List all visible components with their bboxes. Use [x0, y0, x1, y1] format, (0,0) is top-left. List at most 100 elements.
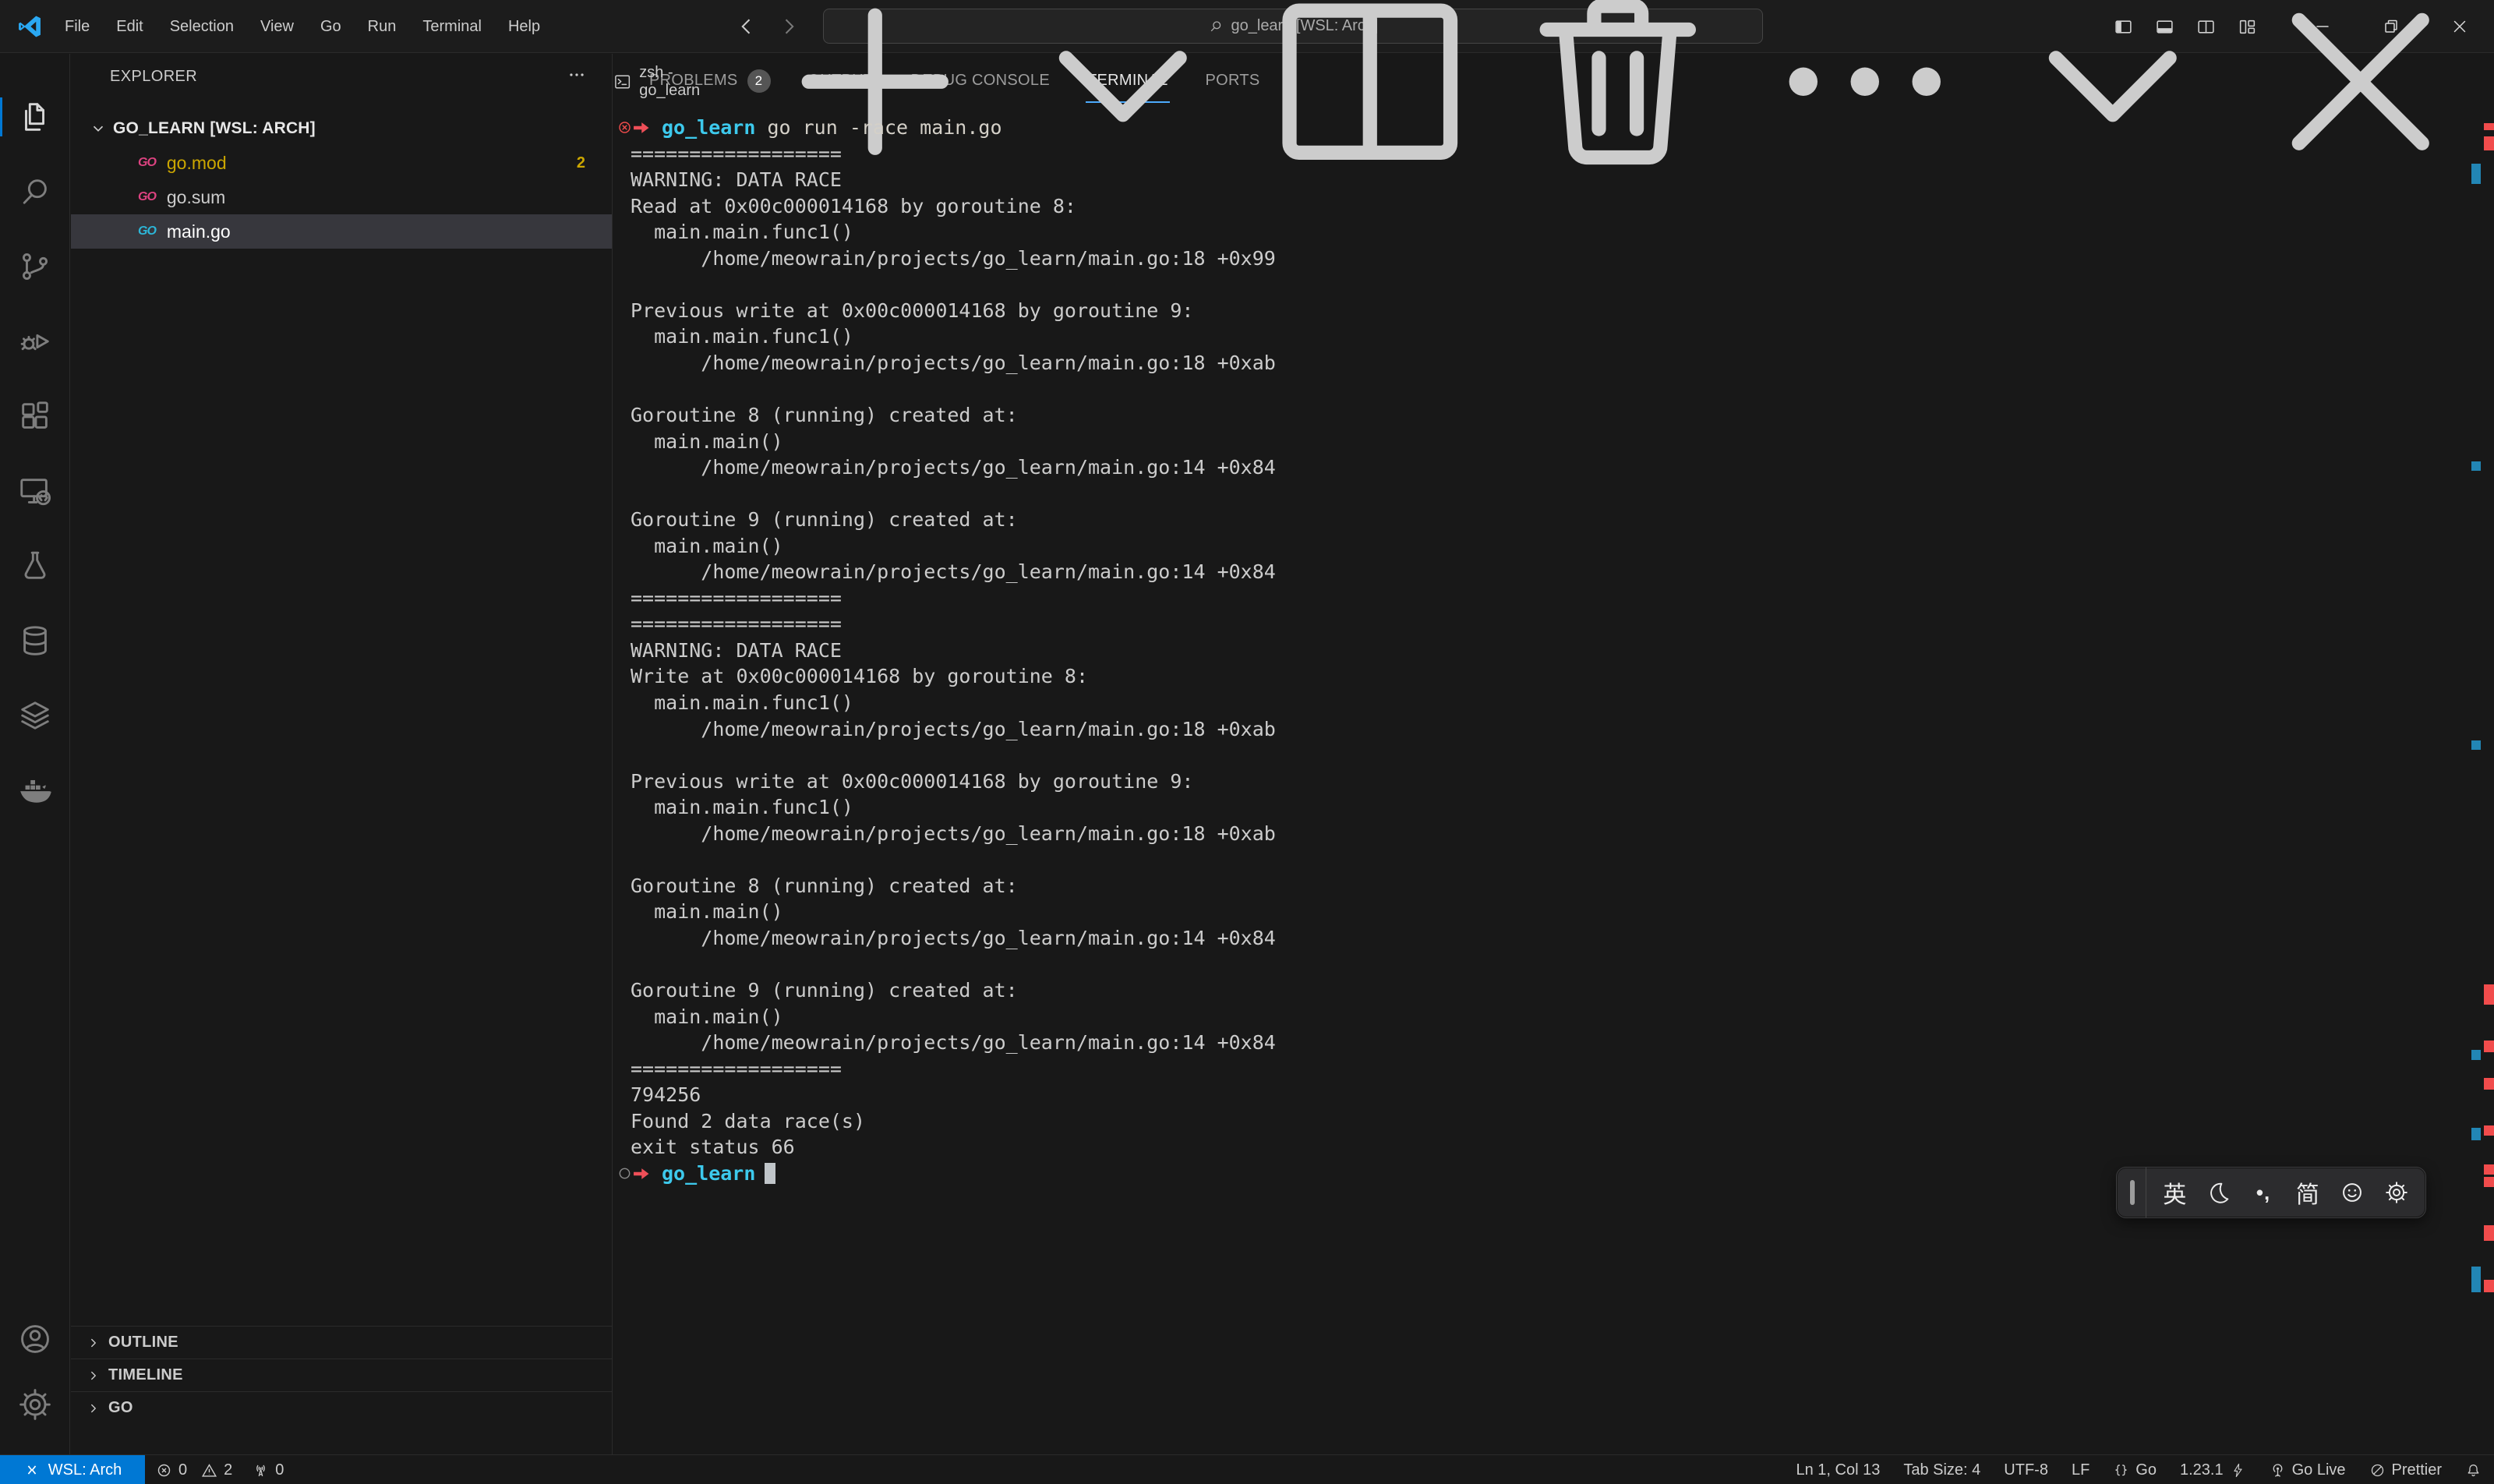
docker-icon: [17, 772, 53, 808]
bottom-panel: PROBLEMS2OUTPUTDEBUG CONSOLETERMINALPORT…: [613, 54, 2494, 1454]
status-tab-size[interactable]: Tab Size: 4: [1903, 1461, 1980, 1479]
menu-item-terminal[interactable]: Terminal: [409, 9, 495, 44]
status-encoding[interactable]: UTF-8: [2004, 1461, 2048, 1479]
command-decoration-mark: [2471, 740, 2481, 750]
go-file-icon: GO: [138, 224, 156, 238]
status-go-version[interactable]: 1.23.1: [2180, 1461, 2246, 1479]
activity-layers[interactable]: [0, 688, 70, 743]
menu-item-go[interactable]: Go: [307, 9, 355, 44]
menu-item-help[interactable]: Help: [495, 9, 553, 44]
activity-docker[interactable]: [0, 763, 70, 818]
status-prettier[interactable]: Prettier: [2369, 1461, 2442, 1479]
terminal-output-line: main.main(): [631, 1004, 2446, 1030]
search-icon: [17, 174, 53, 210]
error-decoration-mark: [2484, 1125, 2494, 1136]
sidebar-title: EXPLORER: [110, 68, 197, 86]
more-actions-icon[interactable]: [567, 65, 587, 85]
file-name: go.mod: [167, 153, 227, 174]
chevron-down-icon: [90, 120, 107, 137]
ime-language-english[interactable]: 英: [2154, 1172, 2195, 1213]
warning-icon: [201, 1462, 217, 1479]
ports-count: 0: [275, 1461, 284, 1479]
terminal-output-line: main.main.func1(): [631, 323, 2446, 350]
menu-item-run[interactable]: Run: [355, 9, 410, 44]
error-decoration-mark: [2484, 1225, 2494, 1241]
workspace-root-row[interactable]: GO_LEARN [WSL: ARCH]: [71, 111, 612, 146]
error-decoration-mark: [2484, 1041, 2494, 1052]
menu-item-view[interactable]: View: [247, 9, 307, 44]
activity-remote-explorer[interactable]: [0, 464, 70, 518]
terminal-output-line: ==================: [631, 1056, 2446, 1083]
chevron-right-icon: [87, 1369, 101, 1383]
terminal-output-line: ==================: [631, 585, 2446, 612]
activity-run-debug[interactable]: [0, 314, 70, 369]
terminal-output-line: main.main(): [631, 899, 2446, 925]
terminal-shell-select[interactable]: zsh - go_learn: [613, 64, 735, 100]
problems-badge: 2: [577, 154, 585, 172]
status-bar: WSL: Arch 0 2 0 Ln 1, Col 13 Tab Size: 4 U…: [0, 1454, 2494, 1484]
menu-item-file[interactable]: File: [51, 9, 103, 44]
section-timeline[interactable]: TIMELINE: [71, 1359, 612, 1391]
panel-header: PROBLEMS2OUTPUTDEBUG CONSOLETERMINALPORT…: [613, 54, 2494, 109]
status-language-mode[interactable]: Go: [2113, 1461, 2157, 1479]
terminal[interactable]: go_learn go run -race main.go ===========…: [631, 115, 2446, 1454]
activity-explorer[interactable]: [0, 90, 70, 144]
activity-bar: [0, 54, 70, 1454]
terminal-output-line: ==================: [631, 611, 2446, 638]
activity-search[interactable]: [0, 164, 70, 219]
run-debug-icon: [17, 323, 53, 359]
panel-actions: zsh - go_learn: [613, 54, 2474, 109]
activity-extensions[interactable]: [0, 389, 70, 443]
activity-source-control[interactable]: [0, 239, 70, 294]
file-row-go-mod[interactable]: GO go.mod 2: [71, 146, 612, 180]
file-row-main-go[interactable]: GO main.go: [71, 214, 612, 249]
ime-handle[interactable]: [2130, 1180, 2135, 1205]
status-label: Ln 1, Col 13: [1796, 1461, 1880, 1479]
terminal-prompt-line: go_learn go run -race main.go: [631, 115, 2446, 141]
activity-testing[interactable]: [0, 539, 70, 593]
command-failed-icon: [617, 120, 632, 135]
chevron-right-icon: [87, 1401, 101, 1415]
remote-explorer-icon: [17, 473, 53, 509]
status-cursor-position[interactable]: Ln 1, Col 13: [1796, 1461, 1880, 1479]
database-icon: [17, 623, 53, 659]
status-notifications[interactable]: [2465, 1462, 2482, 1479]
back-arrow-icon[interactable]: [736, 16, 758, 37]
section-label: OUTLINE: [108, 1334, 178, 1352]
shell-label: zsh - go_learn: [639, 64, 735, 100]
status-go-live[interactable]: Go Live: [2270, 1461, 2346, 1479]
go-file-icon: GO: [138, 156, 156, 170]
terminal-output-line: Found 2 data race(s): [631, 1108, 2446, 1135]
command-decoration-mark: [2471, 164, 2481, 184]
command-decoration-mark: [2471, 461, 2481, 471]
vscode-window: FileEditSelectionViewGoRunTerminalHelp g…: [0, 0, 2494, 1484]
error-decoration-mark: [2484, 1078, 2494, 1090]
ime-simplified-chinese[interactable]: 简: [2287, 1172, 2328, 1213]
section-go[interactable]: GO: [71, 1391, 612, 1424]
activity-accounts[interactable]: [0, 1312, 70, 1366]
activity-settings[interactable]: [0, 1377, 70, 1432]
ime-punctuation[interactable]: •,: [2243, 1172, 2284, 1213]
radio-tower-icon: [253, 1462, 269, 1479]
menu-item-selection[interactable]: Selection: [157, 9, 247, 44]
problems-summary[interactable]: 0 2: [156, 1461, 232, 1479]
terminal-output-line: [631, 376, 2446, 402]
terminal-output-line: /home/meowrain/projects/go_learn/main.go…: [631, 350, 2446, 376]
file-name: main.go: [167, 221, 231, 242]
menu-item-edit[interactable]: Edit: [103, 9, 156, 44]
status-label: Prettier: [2392, 1461, 2442, 1479]
activity-database[interactable]: [0, 613, 70, 668]
settings-icon: [17, 1387, 53, 1422]
ports-indicator[interactable]: 0: [253, 1461, 284, 1479]
ime-emoji-icon[interactable]: [2332, 1172, 2372, 1213]
terminal-output-line: /home/meowrain/projects/go_learn/main.go…: [631, 821, 2446, 847]
ime-settings-icon[interactable]: [2376, 1172, 2417, 1213]
remote-label: WSL: Arch: [48, 1461, 122, 1479]
terminal-output-line: [631, 742, 2446, 768]
file-row-go-sum[interactable]: GOgo.sum: [71, 180, 612, 214]
section-outline[interactable]: OUTLINE: [71, 1326, 612, 1359]
ime-theme-moon-icon[interactable]: [2199, 1172, 2239, 1213]
remote-indicator[interactable]: WSL: Arch: [0, 1455, 145, 1484]
file-tree: GO go.mod 2 GOgo.sum GO main.go: [71, 146, 612, 249]
status-eol[interactable]: LF: [2072, 1461, 2090, 1479]
